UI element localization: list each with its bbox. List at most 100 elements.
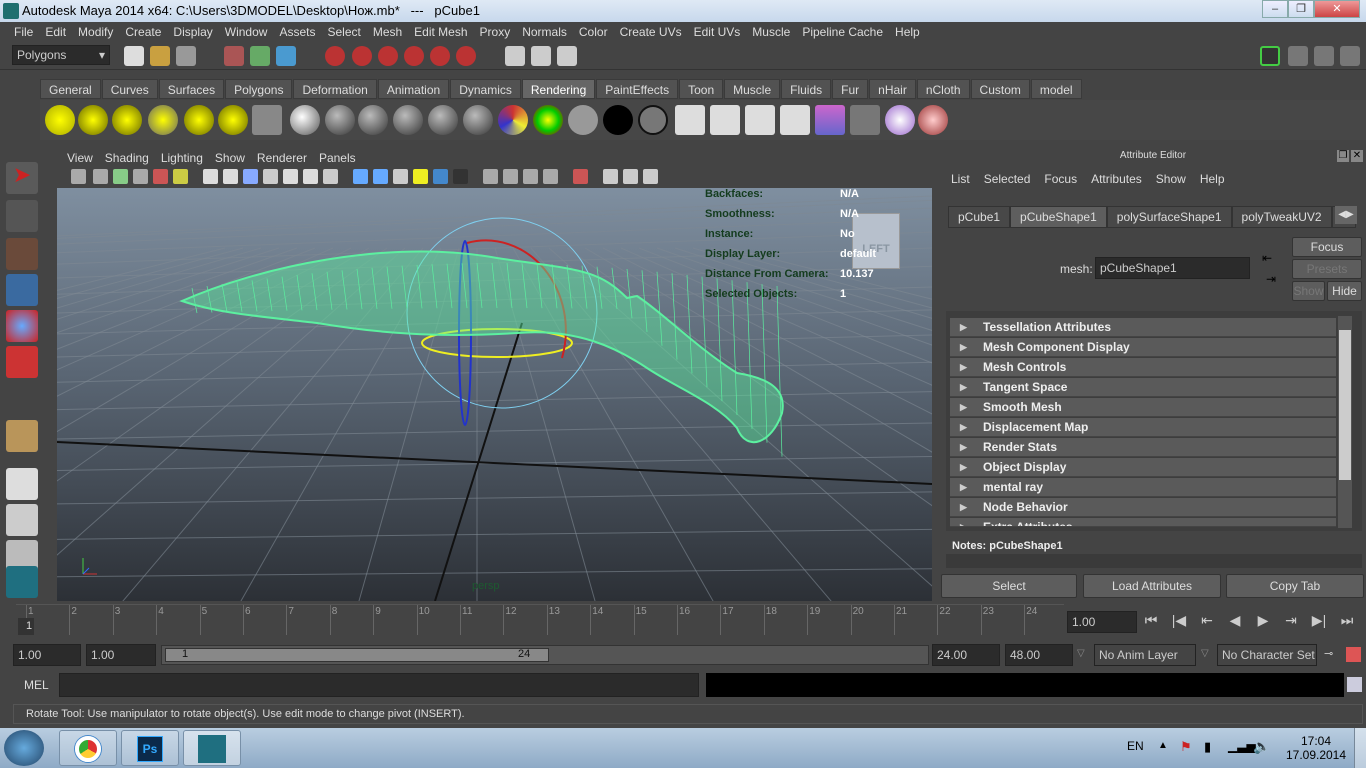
ae-menu-attributes[interactable]: Attributes — [1084, 172, 1149, 186]
go-to-start-icon[interactable]: ⏮ — [1140, 612, 1162, 629]
shading-map-icon[interactable] — [638, 105, 668, 135]
section-displacement-map[interactable]: Displacement Map — [950, 418, 1336, 437]
animation-preferences-icon[interactable] — [1346, 647, 1361, 662]
panel-tool-icon[interactable] — [603, 169, 618, 184]
ae-menu-help[interactable]: Help — [1193, 172, 1232, 186]
rotate-tool-icon[interactable] — [6, 310, 38, 342]
history-icon[interactable] — [505, 46, 525, 66]
menu-modify[interactable]: Modify — [72, 22, 119, 42]
panel-tool-icon[interactable] — [93, 169, 108, 184]
directional-light-icon[interactable] — [78, 105, 108, 135]
ae-menu-show[interactable]: Show — [1149, 172, 1193, 186]
notes-field[interactable] — [946, 554, 1362, 568]
camera-icon[interactable] — [252, 105, 282, 135]
blinn-icon[interactable] — [325, 105, 355, 135]
section-extra-attributes[interactable]: Extra Attributes — [950, 518, 1336, 527]
render-layer-icon[interactable] — [850, 105, 880, 135]
menu-create[interactable]: Create — [119, 22, 167, 42]
shelf-tab-animation[interactable]: Animation — [377, 79, 450, 99]
select-tool-icon[interactable]: ➤ — [6, 162, 38, 194]
step-forward-key-icon[interactable]: ⇥ — [1280, 612, 1302, 629]
panel-menu-shading[interactable]: Shading — [99, 150, 155, 166]
auto-key-icon[interactable]: ⊸ — [1324, 647, 1333, 660]
animation-start-field[interactable]: 1.00 — [13, 644, 81, 666]
node-tab-polytweakuv2[interactable]: polyTweakUV2 — [1231, 206, 1332, 228]
shelf-tab-deformation[interactable]: Deformation — [293, 79, 377, 99]
panel-menu-lighting[interactable]: Lighting — [155, 150, 209, 166]
shelf-tab-fur[interactable]: Fur — [832, 79, 869, 99]
panel-tool-icon[interactable] — [523, 169, 538, 184]
toggle-sidebar-icon[interactable] — [1260, 46, 1280, 66]
menu-edit-mesh[interactable]: Edit Mesh — [408, 22, 473, 42]
minimize-button[interactable]: – — [1262, 0, 1288, 18]
maximize-button[interactable]: ❐ — [1288, 0, 1314, 18]
step-forward-frame-icon[interactable]: ▶| — [1308, 612, 1330, 629]
action-center-icon[interactable]: ⚑ — [1180, 739, 1192, 755]
panel-tool-icon[interactable] — [303, 169, 318, 184]
section-object-display[interactable]: Object Display — [950, 458, 1336, 477]
playback-start-field[interactable]: 1.00 — [86, 644, 156, 666]
menu-set-dropdown[interactable]: Polygons ▾ — [12, 45, 110, 65]
panel-menu-renderer[interactable]: Renderer — [251, 150, 313, 166]
volume-light-icon[interactable] — [218, 105, 248, 135]
use-background-icon[interactable] — [568, 105, 598, 135]
section-node-behavior[interactable]: Node Behavior — [950, 498, 1336, 517]
shelf-tab-painteffects[interactable]: PaintEffects — [596, 79, 679, 99]
shelf-tab-surfaces[interactable]: Surfaces — [158, 79, 225, 99]
move-tool-icon[interactable] — [6, 274, 38, 306]
play-backwards-icon[interactable]: ◀ — [1224, 612, 1246, 629]
ae-menu-focus[interactable]: Focus — [1037, 172, 1084, 186]
close-panel-icon[interactable]: ✕ — [1351, 150, 1363, 162]
maya-icon[interactable] — [6, 566, 38, 598]
save-scene-icon[interactable] — [176, 46, 196, 66]
render-icon[interactable] — [531, 46, 551, 66]
point-light-icon[interactable] — [112, 105, 142, 135]
play-forwards-icon[interactable]: ▶ — [1252, 612, 1274, 629]
mesh-name-field[interactable]: pCubeShape1 — [1095, 257, 1250, 279]
shelf-tab-toon[interactable]: Toon — [679, 79, 724, 99]
panel-tool-icon[interactable] — [483, 169, 498, 184]
character-set-dropdown-icon[interactable]: ▽ — [1201, 648, 1209, 659]
layout-single-icon[interactable] — [6, 468, 38, 500]
taskbar-photoshop[interactable]: Ps — [121, 730, 179, 766]
animation-end-field[interactable]: 48.00 — [1005, 644, 1073, 666]
shelf-tab-muscle[interactable]: Muscle — [724, 79, 781, 99]
menu-file[interactable]: File — [8, 22, 39, 42]
select-button[interactable]: Select — [941, 574, 1077, 598]
node-tab-polysurfaceshape1[interactable]: polySurfaceShape1 — [1106, 206, 1232, 228]
shelf-tab-ncloth[interactable]: nCloth — [916, 79, 970, 99]
menu-proxy[interactable]: Proxy — [474, 22, 517, 42]
channel-box-icon[interactable] — [1288, 46, 1308, 66]
render-settings-icon[interactable] — [780, 105, 810, 135]
panel-tool-icon[interactable] — [153, 169, 168, 184]
shelf-tab-model[interactable]: model — [1030, 79, 1082, 99]
power-icon[interactable]: ▮ — [1204, 739, 1211, 755]
anim-layer-dropdown[interactable]: No Anim Layer — [1094, 644, 1196, 666]
snap-view-plane-icon[interactable] — [404, 46, 424, 66]
tab-scroll-arrows-icon[interactable]: ◀▶ — [1335, 206, 1357, 224]
shelf-tab-nhair[interactable]: nHair — [869, 79, 916, 99]
section-smooth-mesh[interactable]: Smooth Mesh — [950, 398, 1336, 417]
layout-four-icon[interactable] — [6, 504, 38, 536]
area-light-icon[interactable] — [184, 105, 214, 135]
output-connection-icon[interactable]: ⇥ — [1266, 272, 1276, 286]
perspective-viewport[interactable]: LEFT Backfaces: N/A Smoothness: N/A Instance… — [57, 188, 932, 601]
menu-edit-uvs[interactable]: Edit UVs — [688, 22, 747, 42]
select-component-icon[interactable] — [276, 46, 296, 66]
node-tab-pcubeshape1[interactable]: pCubeShape1 — [1010, 206, 1107, 228]
menu-muscle[interactable]: Muscle — [746, 22, 796, 42]
select-object-icon[interactable] — [250, 46, 270, 66]
focus-button[interactable]: Focus — [1292, 237, 1362, 257]
panel-tool-icon[interactable] — [353, 169, 368, 184]
layered-shader-icon[interactable] — [463, 105, 493, 135]
current-frame-marker[interactable]: 1 — [18, 618, 34, 635]
snap-grid-icon[interactable] — [325, 46, 345, 66]
shelf-tab-curves[interactable]: Curves — [101, 79, 158, 99]
step-back-key-icon[interactable]: ⇤ — [1196, 612, 1218, 629]
menu-pipeline-cache[interactable]: Pipeline Cache — [796, 22, 889, 42]
paint-icon[interactable] — [918, 105, 948, 135]
hide-button[interactable]: Hide — [1327, 281, 1362, 301]
load-attributes-button[interactable]: Load Attributes — [1083, 574, 1221, 598]
section-mesh-component-display[interactable]: Mesh Component Display — [950, 338, 1336, 357]
menu-display[interactable]: Display — [167, 22, 218, 42]
